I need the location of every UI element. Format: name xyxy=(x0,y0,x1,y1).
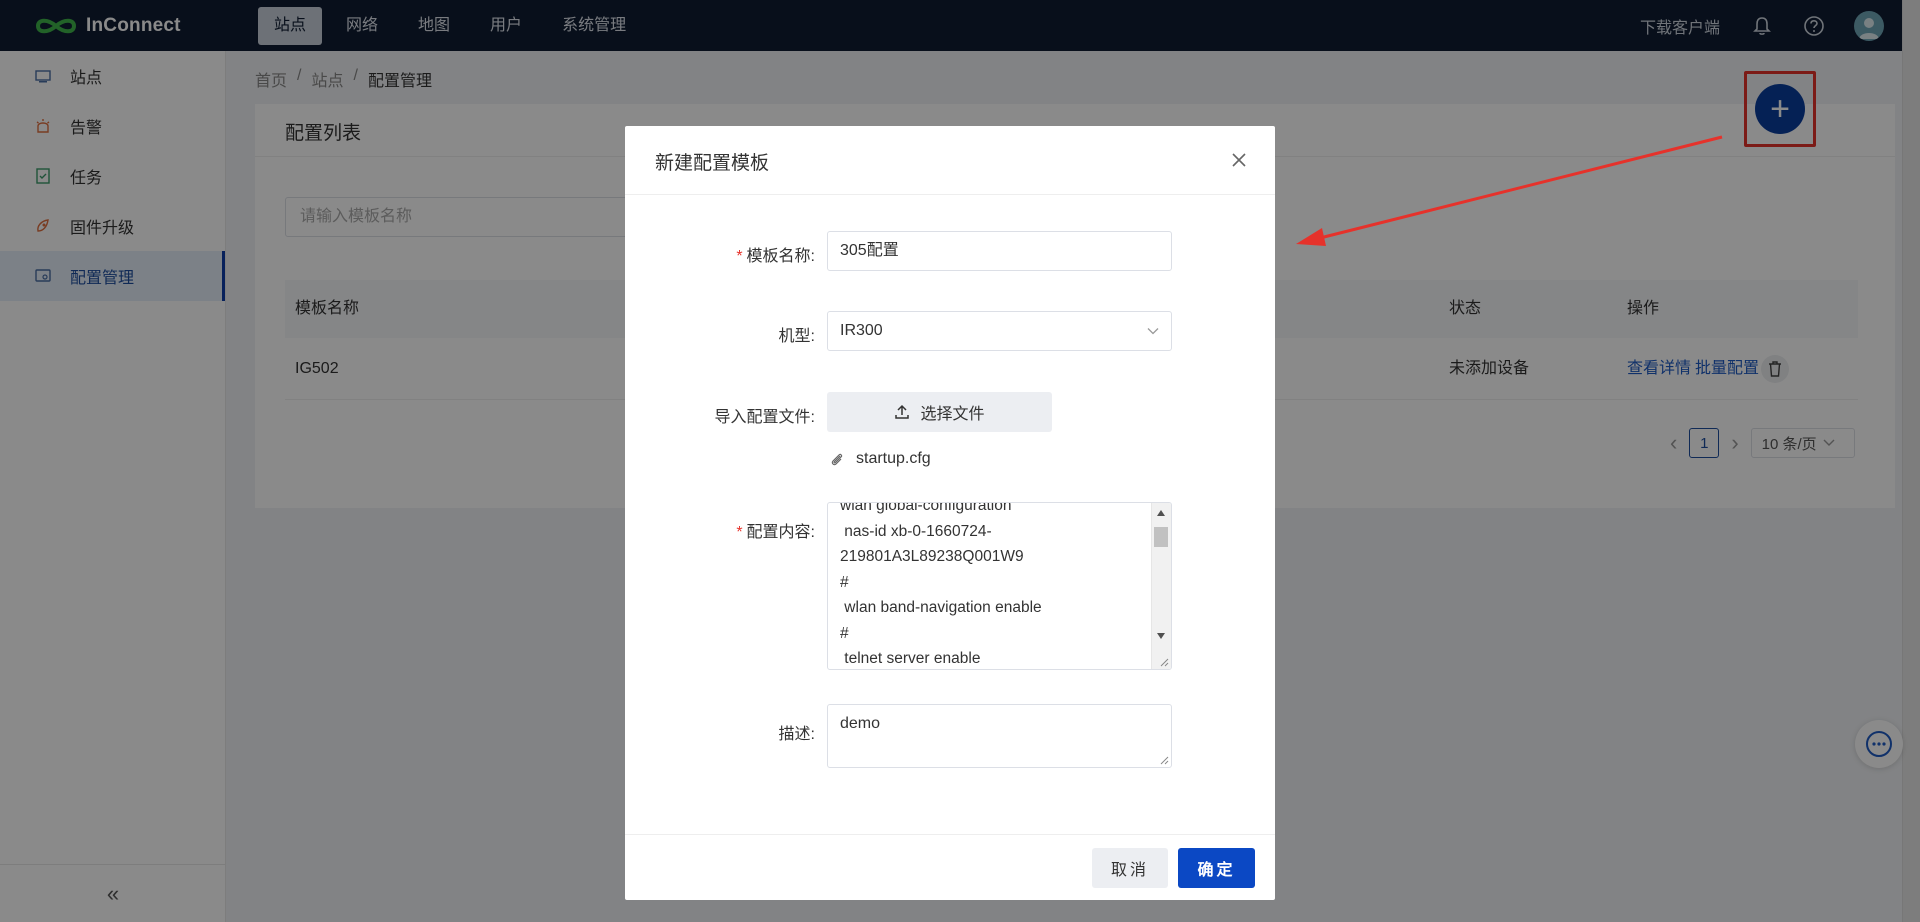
description-label: 描述: xyxy=(778,726,815,743)
config-line: 219801A3L89238Q001W9 xyxy=(840,548,1024,565)
config-content-label: * 配置内容: xyxy=(736,524,815,541)
config-line: # xyxy=(840,624,849,642)
chevron-down-icon xyxy=(1147,328,1159,335)
choose-file-label: 选择文件 xyxy=(920,406,985,423)
scroll-up-arrow[interactable] xyxy=(1157,510,1165,516)
paperclip-icon xyxy=(831,453,843,466)
resize-grip-icon[interactable] xyxy=(1159,657,1169,667)
model-label: 机型: xyxy=(778,328,815,345)
cancel-button[interactable]: 取消 xyxy=(1092,848,1168,888)
uploaded-file-item[interactable]: startup.cfg xyxy=(830,450,931,468)
description-textarea[interactable]: demo xyxy=(827,704,1172,768)
model-value: IR300 xyxy=(840,322,883,339)
confirm-button[interactable]: 确定 xyxy=(1178,848,1255,888)
template-name-input[interactable]: 305配置 xyxy=(827,231,1172,271)
close-icon[interactable] xyxy=(1229,150,1249,170)
scroll-thumb[interactable] xyxy=(1154,527,1168,547)
template-name-label: * 模板名称: xyxy=(736,248,815,265)
config-line: nas-id xb-0-1660724- xyxy=(840,522,992,540)
divider xyxy=(625,834,1275,835)
scroll-down-arrow[interactable] xyxy=(1157,633,1165,639)
config-line: wlan global-configuration xyxy=(840,502,1012,514)
file-name: startup.cfg xyxy=(856,450,931,467)
divider xyxy=(625,194,1275,195)
config-line: telnet server enable xyxy=(840,650,981,667)
upload-icon xyxy=(895,404,910,419)
dialog-title: 新建配置模板 xyxy=(655,153,770,174)
description-value: demo xyxy=(840,715,881,732)
config-line: wlan band-navigation enable xyxy=(840,599,1042,616)
config-line: # xyxy=(840,573,849,591)
textarea-scrollbar[interactable] xyxy=(1151,503,1171,669)
config-content-textarea[interactable]: wlan global-configuration nas-id xb-0-16… xyxy=(827,502,1172,670)
config-content-text: wlan global-configuration nas-id xb-0-16… xyxy=(840,502,1140,669)
model-select[interactable]: IR300 xyxy=(827,311,1172,351)
import-file-label: 导入配置文件: xyxy=(714,409,815,426)
resize-grip-icon[interactable] xyxy=(1159,755,1169,765)
new-config-template-dialog: 新建配置模板 * 模板名称: 305配置 机型: IR300 导入配置文件: 选择… xyxy=(625,126,1275,900)
choose-file-button[interactable]: 选择文件 xyxy=(827,392,1052,432)
